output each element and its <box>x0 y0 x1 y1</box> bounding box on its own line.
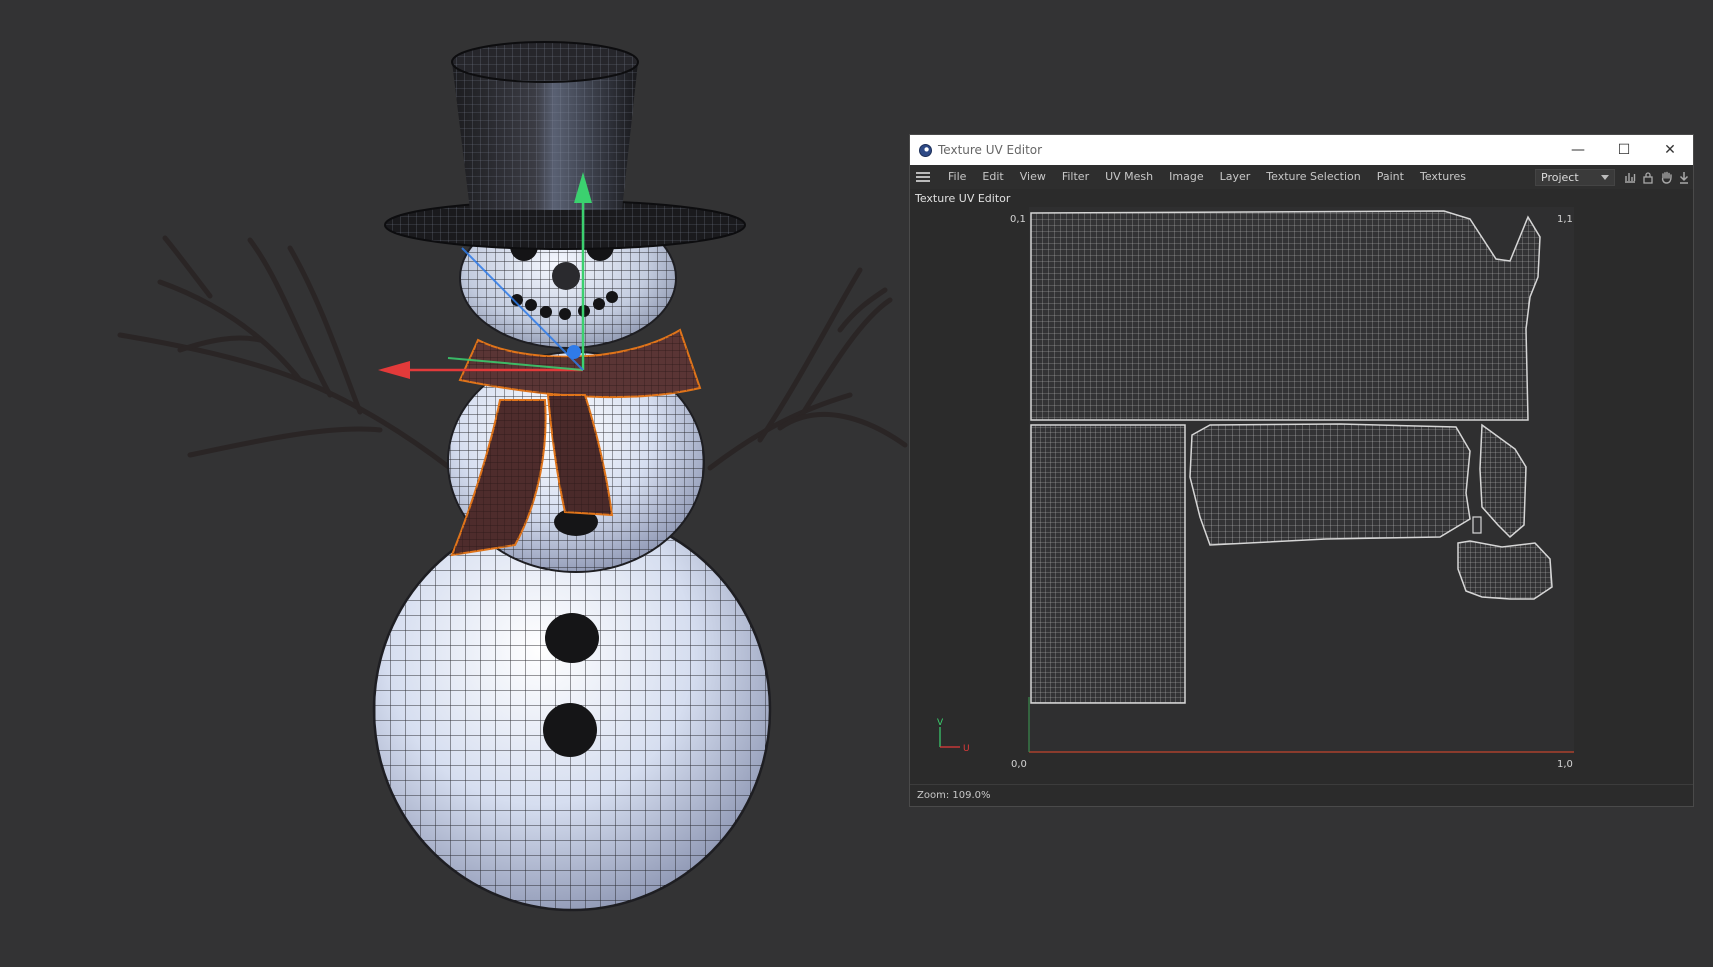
menu-file[interactable]: File <box>940 165 974 189</box>
cinema4d-logo-icon <box>919 143 932 157</box>
corner-label-bottom-left: 0,0 <box>1011 759 1027 770</box>
uv-island-bottom-right <box>1457 540 1553 600</box>
chevron-down-icon <box>1601 174 1609 180</box>
project-dropdown-value: Project <box>1541 170 1579 184</box>
uv-axis-indicator: V U <box>937 718 970 754</box>
menu-filter[interactable]: Filter <box>1054 165 1097 189</box>
menu-textures[interactable]: Textures <box>1412 165 1474 189</box>
menu-paint[interactable]: Paint <box>1369 165 1412 189</box>
uv-island-tiny <box>1472 516 1482 534</box>
hand-icon[interactable] <box>1657 168 1675 186</box>
zoom-status: Zoom: 109.0% <box>917 790 991 801</box>
menu-image[interactable]: Image <box>1161 165 1211 189</box>
menu-uv-mesh[interactable]: UV Mesh <box>1097 165 1161 189</box>
menu-layer[interactable]: Layer <box>1212 165 1259 189</box>
menu-view[interactable]: View <box>1012 165 1054 189</box>
corner-label-top-right: 1,1 <box>1557 214 1573 225</box>
minimize-button[interactable]: — <box>1555 135 1601 165</box>
corner-label-top-left: 0,1 <box>1010 214 1026 225</box>
menu-edit[interactable]: Edit <box>974 165 1011 189</box>
status-bar: Zoom: 109.0% <box>910 784 1693 806</box>
window-title: Texture UV Editor <box>938 143 1043 157</box>
uv-island-middle <box>1189 423 1471 546</box>
nose <box>552 262 580 290</box>
top-hat <box>384 41 746 250</box>
window-titlebar[interactable]: Texture UV Editor — ☐ ✕ <box>910 135 1693 165</box>
texture-uv-editor-window[interactable]: Texture UV Editor — ☐ ✕ File Edit View F… <box>909 134 1694 807</box>
maximize-button[interactable]: ☐ <box>1601 135 1647 165</box>
menu-bar: File Edit View Filter UV Mesh Image Laye… <box>910 165 1693 189</box>
uv-island-left <box>1030 424 1186 704</box>
uv-island-top <box>1030 210 1541 421</box>
menu-texture-selection[interactable]: Texture Selection <box>1258 165 1368 189</box>
axis-v-label: V <box>937 718 944 728</box>
panel-title: Texture UV Editor <box>915 192 1011 205</box>
close-button[interactable]: ✕ <box>1647 135 1693 165</box>
histogram-icon[interactable] <box>1621 168 1639 186</box>
corner-label-bottom-right: 1,0 <box>1557 759 1573 770</box>
button-top <box>545 613 599 663</box>
button-bottom <box>543 703 597 757</box>
hamburger-icon[interactable] <box>916 172 930 182</box>
project-dropdown[interactable]: Project <box>1535 168 1615 186</box>
uv-canvas[interactable]: 0,1 1,1 0,0 1,0 V U <box>910 207 1694 784</box>
lock-icon[interactable] <box>1639 168 1657 186</box>
pin-icon[interactable] <box>1675 168 1693 186</box>
branch-arm-right <box>707 267 908 471</box>
axis-u-label: U <box>963 744 970 754</box>
branch-arm-left <box>117 235 453 471</box>
